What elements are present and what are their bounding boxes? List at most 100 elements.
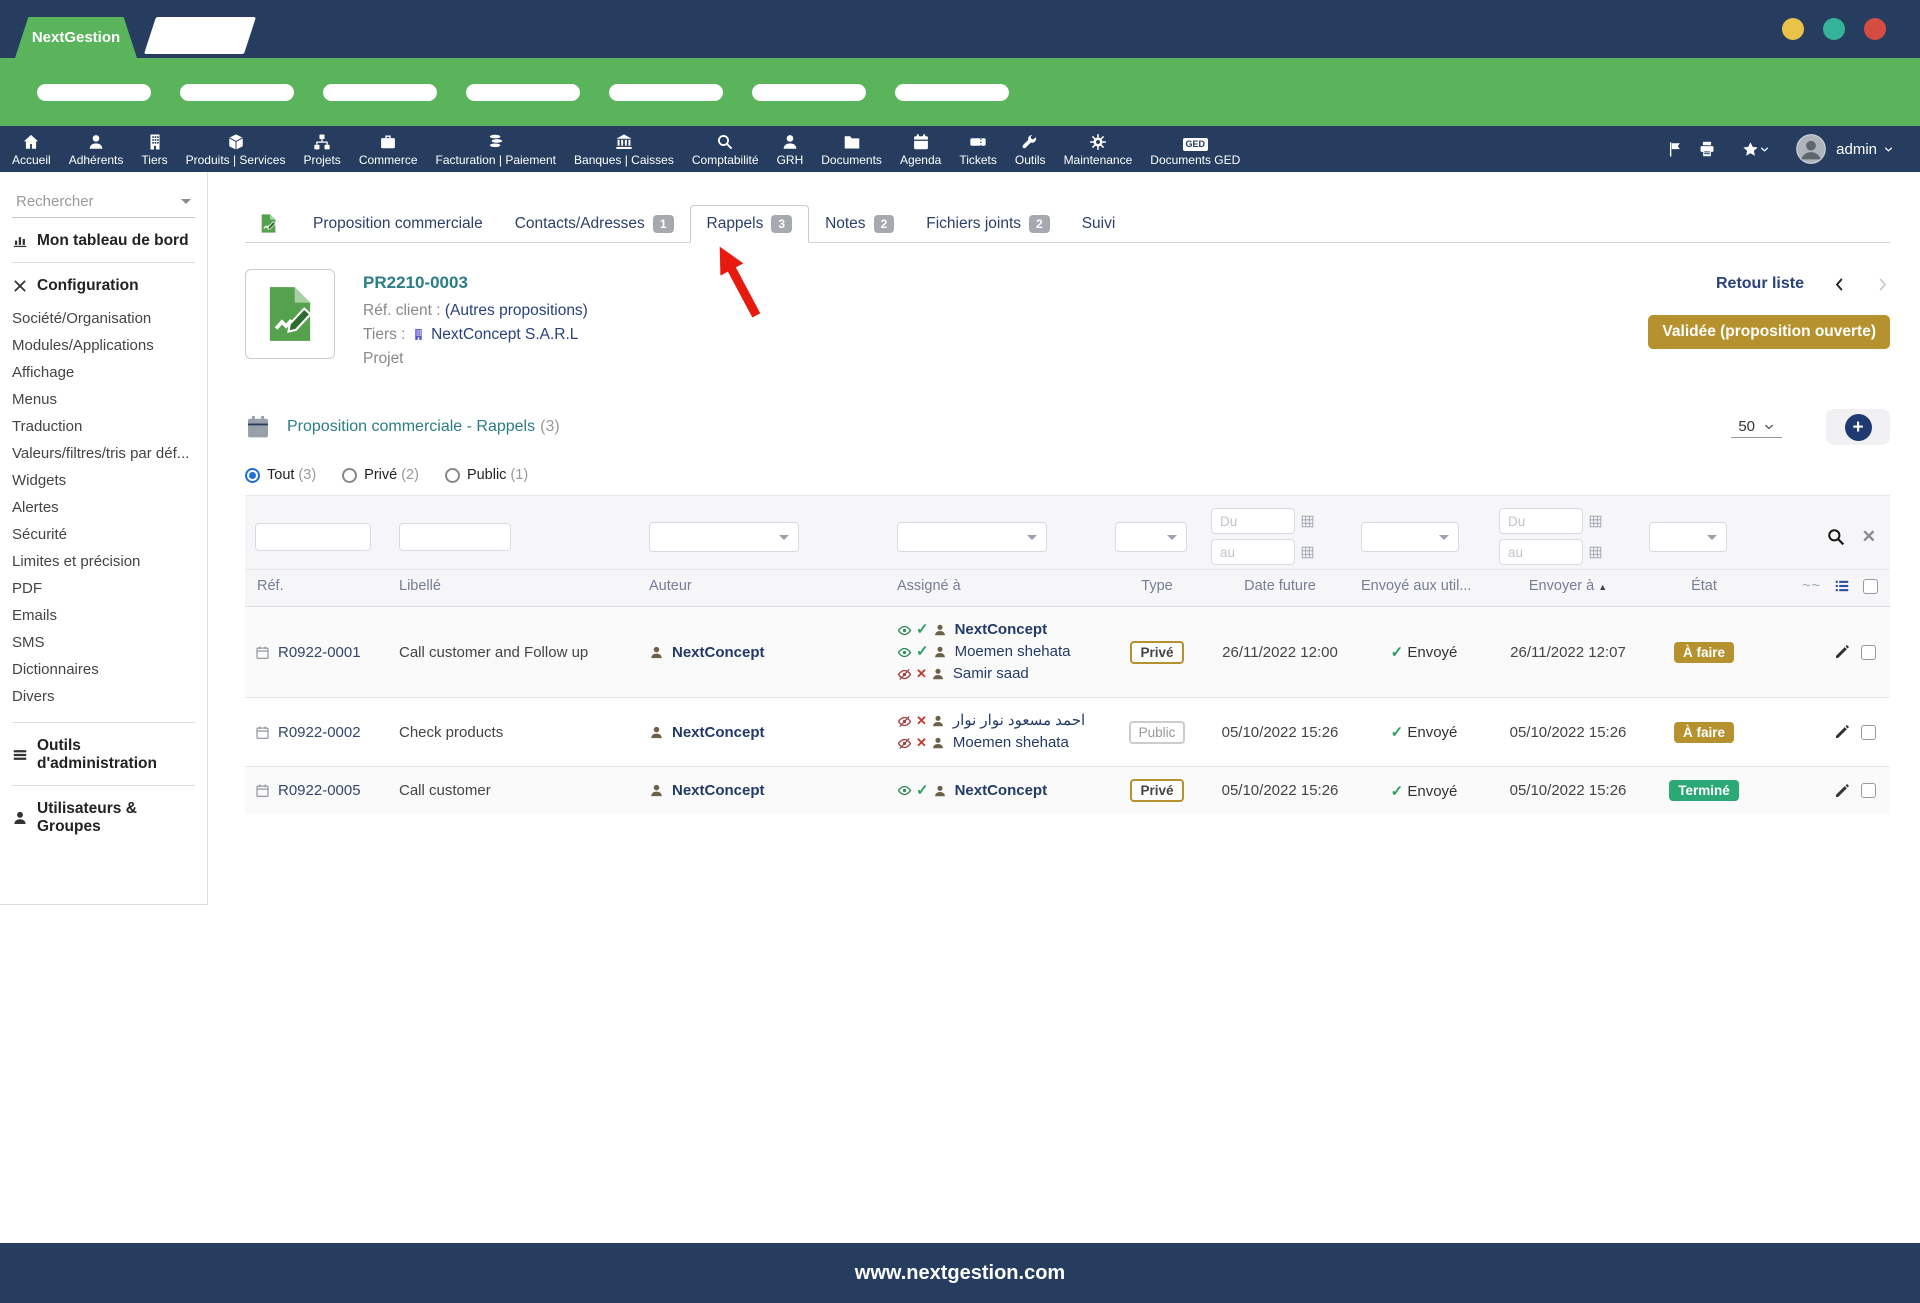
assignee-name[interactable]: NextConcept: [955, 780, 1048, 802]
page-size-select[interactable]: 50: [1731, 416, 1782, 438]
bookmark-chevron-down-icon[interactable]: [1759, 144, 1770, 155]
nav-item-projets[interactable]: Projets: [303, 132, 340, 167]
quick-link-pill[interactable]: [323, 84, 437, 101]
col-etat[interactable]: État: [1643, 570, 1765, 607]
reminder-ref-link[interactable]: R0922-0001: [255, 644, 387, 661]
radio-circle[interactable]: [245, 468, 260, 483]
nav-item-banques-caisses[interactable]: Banques | Caisses: [574, 132, 674, 167]
nav-item-produits-services[interactable]: Produits | Services: [186, 132, 286, 167]
quick-link-pill[interactable]: [37, 84, 151, 101]
window-dot-green[interactable]: [1823, 18, 1845, 40]
radio-public[interactable]: Public(1): [445, 467, 528, 483]
date-picker-icon[interactable]: [1588, 545, 1603, 560]
ref-client-link[interactable]: (Autres propositions): [445, 302, 588, 319]
sidebar-item-modules-applications[interactable]: Modules/Applications: [12, 332, 195, 359]
row-checkbox[interactable]: [1861, 645, 1876, 660]
col-auteur[interactable]: Auteur: [643, 570, 891, 607]
filter-envoyer-a-from-input[interactable]: [1499, 508, 1583, 534]
logged-user-label[interactable]: admin: [1836, 141, 1877, 158]
sidebar-item-affichage[interactable]: Affichage: [12, 359, 195, 386]
user-menu-chevron-down-icon[interactable]: [1883, 144, 1894, 155]
filter-libelle-input[interactable]: [399, 523, 511, 551]
window-dot-red[interactable]: [1864, 18, 1886, 40]
radio-circle[interactable]: [445, 468, 460, 483]
previous-record-icon[interactable]: [1832, 277, 1847, 292]
nav-item-accueil[interactable]: Accueil: [12, 132, 51, 167]
quick-link-pill[interactable]: [609, 84, 723, 101]
back-to-list-link[interactable]: Retour liste: [1716, 275, 1804, 293]
clear-filter-icon[interactable]: ✕: [1862, 527, 1876, 547]
assignee-name[interactable]: Samir saad: [953, 663, 1029, 685]
sidebar-item-emails[interactable]: Emails: [12, 602, 195, 629]
window-dot-yellow[interactable]: [1782, 18, 1804, 40]
radio-tout[interactable]: Tout(3): [245, 467, 316, 483]
filter-type-select[interactable]: [1115, 522, 1187, 552]
sidebar-item-valeurs-filtres-tris-par-d-f[interactable]: Valeurs/filtres/tris par déf...: [12, 440, 195, 467]
nav-item-facturation-paiement[interactable]: Facturation | Paiement: [436, 132, 557, 167]
sidebar-section-configuration[interactable]: Configuration: [12, 277, 195, 295]
sidebar-item-dictionnaires[interactable]: Dictionnaires: [12, 656, 195, 683]
assignee-name[interactable]: NextConcept: [955, 619, 1048, 641]
assignee-name[interactable]: احمد مسعود نوار نوار: [953, 710, 1085, 732]
author-link[interactable]: NextConcept: [649, 724, 885, 741]
reminder-ref-link[interactable]: R0922-0002: [255, 724, 387, 741]
tab-fichiers-joints[interactable]: Fichiers joints2: [910, 206, 1065, 242]
nav-item-agenda[interactable]: Agenda: [900, 132, 941, 167]
col-libelle[interactable]: Libellé: [393, 570, 643, 607]
tiers-link[interactable]: NextConcept S.A.R.L: [431, 326, 578, 343]
nav-item-comptabilite[interactable]: Comptabilité: [692, 132, 759, 167]
filter-envoye-select[interactable]: [1361, 522, 1459, 552]
nav-item-documents[interactable]: Documents: [821, 132, 882, 167]
col-ref[interactable]: Réf.: [245, 570, 393, 607]
sidebar-item-menus[interactable]: Menus: [12, 386, 195, 413]
nav-item-maintenance[interactable]: Maintenance: [1064, 132, 1133, 167]
sidebar-item-divers[interactable]: Divers: [12, 683, 195, 710]
radio-priv[interactable]: Privé(2): [342, 467, 419, 483]
sidebar-item-limites-et-pr-cision[interactable]: Limites et précision: [12, 548, 195, 575]
secondary-browser-tab[interactable]: [144, 17, 256, 54]
search-filter-icon[interactable]: [1826, 527, 1846, 547]
nav-item-tickets[interactable]: Tickets: [959, 132, 997, 167]
sidebar-item-sms[interactable]: SMS: [12, 629, 195, 656]
quick-link-pill[interactable]: [752, 84, 866, 101]
tab-rappels[interactable]: Rappels3: [690, 205, 810, 243]
tab-suivi[interactable]: Suivi: [1066, 206, 1132, 242]
user-avatar[interactable]: [1796, 134, 1826, 164]
filter-ref-input[interactable]: [255, 523, 371, 551]
radio-circle[interactable]: [342, 468, 357, 483]
select-all-checkbox[interactable]: [1863, 579, 1878, 594]
nav-item-grh[interactable]: GRH: [777, 132, 804, 167]
nav-item-commerce[interactable]: Commerce: [359, 132, 418, 167]
filter-date-future-from-input[interactable]: [1211, 508, 1295, 534]
tab-notes[interactable]: Notes2: [809, 206, 910, 242]
edit-icon[interactable]: [1834, 783, 1850, 799]
nav-item-adherents[interactable]: Adhérents: [69, 132, 124, 167]
filter-date-future-to-input[interactable]: [1211, 539, 1295, 565]
nav-item-tiers[interactable]: Tiers: [141, 132, 167, 167]
sidebar-item-widgets[interactable]: Widgets: [12, 467, 195, 494]
reminder-ref-link[interactable]: R0922-0005: [255, 782, 387, 799]
quick-link-pill[interactable]: [895, 84, 1009, 101]
flag-icon[interactable]: [1667, 141, 1684, 158]
date-picker-icon[interactable]: [1300, 514, 1315, 529]
sidebar-item-s-curit[interactable]: Sécurité: [12, 521, 195, 548]
sidebar-item-traduction[interactable]: Traduction: [12, 413, 195, 440]
nav-item-outils[interactable]: Outils: [1015, 132, 1046, 167]
filter-etat-select[interactable]: [1649, 522, 1727, 552]
next-record-icon[interactable]: [1875, 277, 1890, 292]
sidebar-item-pdf[interactable]: PDF: [12, 575, 195, 602]
list-view-icon[interactable]: [1834, 578, 1850, 594]
tab-contacts-adresses[interactable]: Contacts/Adresses1: [499, 206, 690, 242]
document-ref[interactable]: PR2210-0003: [363, 271, 588, 295]
edit-icon[interactable]: [1834, 724, 1850, 740]
assignee-name[interactable]: Moemen shehata: [955, 641, 1071, 663]
filter-auteur-select[interactable]: [649, 522, 799, 552]
quick-link-pill[interactable]: [180, 84, 294, 101]
bookmark-star-icon[interactable]: [1742, 141, 1759, 158]
author-link[interactable]: NextConcept: [649, 782, 885, 799]
nav-item-documents-ged[interactable]: GEDDocuments GED: [1150, 132, 1240, 167]
date-picker-icon[interactable]: [1588, 514, 1603, 529]
assignee-name[interactable]: Moemen shehata: [953, 732, 1069, 754]
edit-icon[interactable]: [1834, 644, 1850, 660]
sidebar-search-input[interactable]: Rechercher: [12, 188, 195, 218]
